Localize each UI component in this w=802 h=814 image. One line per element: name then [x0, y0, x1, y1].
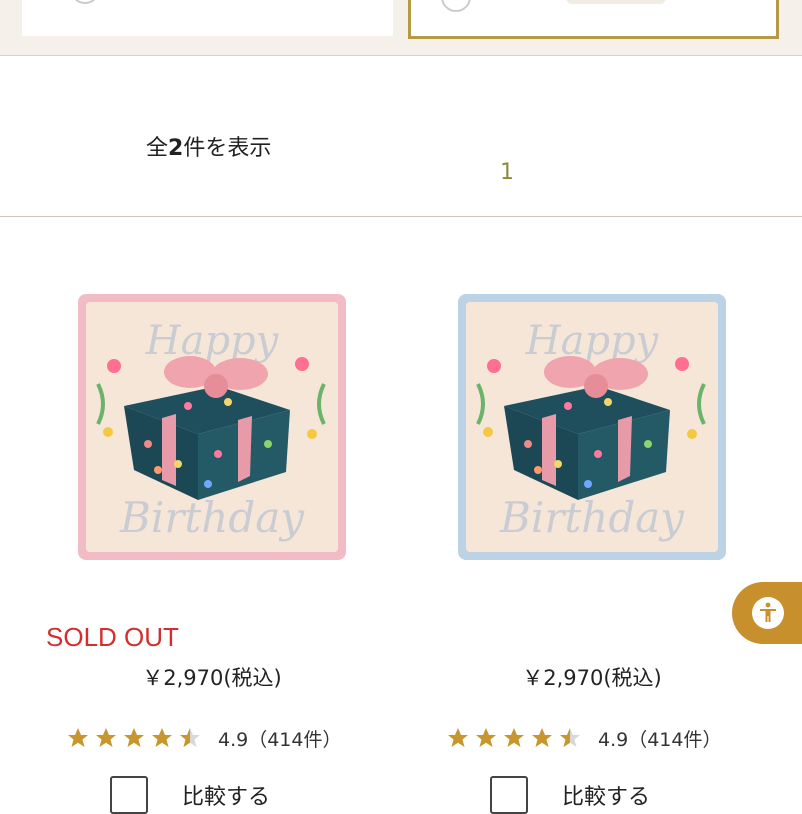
radio-button[interactable]: [441, 0, 471, 12]
birthday-text: Birthday: [499, 493, 685, 542]
compare-checkbox[interactable]: [490, 776, 528, 814]
rating-summary: 4.9（414件）: [218, 728, 342, 751]
compare-label[interactable]: 比較する: [182, 779, 270, 811]
happy-text: Happy: [525, 318, 660, 364]
product-image[interactable]: Happy Birthday: [78, 294, 346, 560]
pagination-page-1[interactable]: 1: [500, 160, 514, 185]
result-count: 全2件を表示: [146, 130, 271, 162]
product-price: ￥2,970(税込): [522, 666, 662, 690]
half-star-icon: [180, 728, 200, 747]
accessibility-button[interactable]: [732, 582, 802, 644]
filter-option-card[interactable]: [22, 0, 393, 36]
filter-strip: [0, 0, 802, 56]
rating-stars: [446, 726, 582, 750]
birthday-towel-pink-image: Happy Birthday: [78, 294, 346, 560]
compare-label[interactable]: 比較する: [562, 779, 650, 811]
star-icon: [152, 728, 172, 747]
product-image[interactable]: Happy Birthday: [458, 294, 726, 560]
filter-option-card-selected[interactable]: [408, 0, 779, 39]
birthday-text: Birthday: [119, 493, 305, 542]
product-price: ￥2,970(税込): [142, 666, 282, 690]
star-icon: [532, 728, 552, 747]
rating-stars: [66, 726, 202, 750]
rating-summary: 4.9（414件）: [598, 728, 722, 751]
product-rating: 4.9（414件）: [66, 724, 341, 752]
filter-option-pill: [566, 0, 666, 4]
star-icon: [476, 728, 496, 747]
star-icon: [504, 728, 524, 747]
happy-text: Happy: [145, 318, 280, 364]
compare-toggle[interactable]: 比較する: [110, 776, 270, 814]
accessibility-icon: [752, 597, 784, 629]
count-prefix: 全: [146, 136, 169, 161]
product-rating: 4.9（414件）: [446, 724, 721, 752]
star-icon: [96, 728, 116, 747]
compare-checkbox[interactable]: [110, 776, 148, 814]
compare-toggle[interactable]: 比較する: [490, 776, 650, 814]
product-card: Happy Birthday: [22, 218, 402, 814]
birthday-towel-blue-image: Happy Birthday: [458, 294, 726, 560]
star-icon: [68, 728, 88, 747]
product-card: Happy Birthday: [402, 218, 782, 814]
sold-out-label: SOLD OUT: [46, 622, 179, 652]
half-star-icon: [560, 728, 580, 747]
star-icon: [124, 728, 144, 747]
result-count-bar: [0, 57, 802, 217]
count-number: 2: [168, 136, 184, 161]
radio-button[interactable]: [70, 0, 100, 4]
count-suffix: 件を表示: [183, 136, 272, 161]
star-icon: [448, 728, 468, 747]
